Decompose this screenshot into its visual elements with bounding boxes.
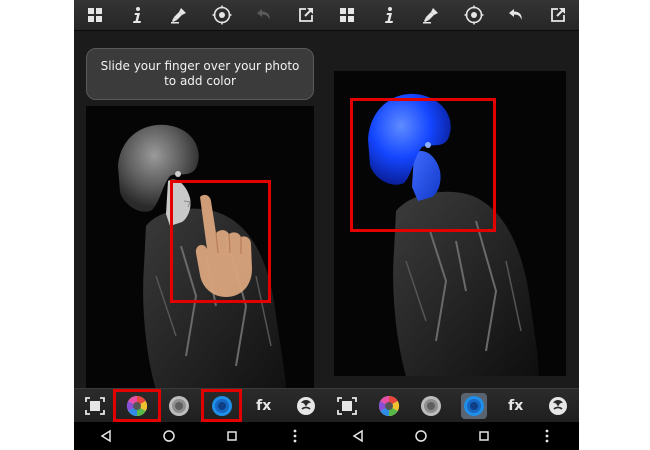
undo-button[interactable]: [505, 4, 527, 26]
nav-recents-button[interactable]: [472, 424, 496, 448]
blue-wheel-icon: [463, 396, 484, 416]
target-icon: [212, 5, 232, 25]
fit-screen-button[interactable]: [334, 393, 360, 419]
gray-mode-button[interactable]: [418, 393, 444, 419]
hint-text: Slide your finger over your photo to add…: [100, 59, 300, 88]
share-icon: [550, 7, 566, 22]
grid-icon: [340, 8, 355, 22]
brush-icon: [423, 8, 439, 24]
gray-wheel-icon: [421, 396, 442, 416]
color-mode-button[interactable]: [124, 393, 150, 419]
info-button[interactable]: [126, 4, 148, 26]
recents-icon: [479, 431, 489, 441]
nav-home-button[interactable]: [409, 424, 433, 448]
photo-canvas[interactable]: Slide your finger over your photo to add…: [74, 31, 327, 390]
nav-recents-button[interactable]: [220, 424, 244, 448]
info-button[interactable]: [378, 4, 400, 26]
hair-button[interactable]: [545, 393, 571, 419]
gray-wheel-icon: [169, 396, 190, 416]
target-icon: [464, 5, 484, 25]
undo-button[interactable]: [253, 4, 275, 26]
more-icon: [545, 429, 549, 443]
grid-button[interactable]: [84, 4, 106, 26]
photo-canvas[interactable]: [326, 31, 579, 388]
fit-screen-icon: [85, 397, 105, 415]
bottom-toolbar: fx: [326, 388, 579, 423]
android-nav-bar: [326, 422, 579, 450]
nav-back-button[interactable]: [94, 424, 118, 448]
share-icon: [298, 7, 314, 22]
info-icon: [133, 7, 142, 23]
top-toolbar: [326, 0, 579, 31]
brush-button[interactable]: [420, 4, 442, 26]
nav-more-button[interactable]: [283, 424, 307, 448]
nav-home-button[interactable]: [157, 424, 181, 448]
home-icon: [415, 430, 427, 442]
color-wheel-icon: [379, 395, 400, 417]
right-phone-screen: fx: [326, 0, 579, 450]
fit-screen-button[interactable]: [82, 393, 108, 419]
brush-icon: [171, 8, 187, 24]
hint-tooltip: Slide your finger over your photo to add…: [86, 48, 314, 100]
bottom-toolbar: fx: [74, 388, 327, 423]
fit-screen-icon: [337, 397, 357, 415]
share-button[interactable]: [547, 4, 569, 26]
android-nav-bar: [74, 422, 327, 450]
gray-mode-button[interactable]: [166, 393, 192, 419]
hair-button[interactable]: [293, 393, 319, 419]
undo-icon: [256, 9, 270, 20]
photo-colorized: [334, 71, 566, 376]
grid-icon: [88, 8, 103, 22]
fx-icon: fx: [508, 398, 524, 414]
blue-wheel-icon: [211, 396, 232, 416]
fx-button[interactable]: fx: [251, 393, 277, 419]
finger-pointer-icon: [195, 194, 252, 297]
more-icon: [293, 429, 297, 443]
hair-icon: [296, 397, 315, 415]
recents-icon: [227, 431, 237, 441]
target-button[interactable]: [211, 4, 233, 26]
nav-more-button[interactable]: [535, 424, 559, 448]
share-button[interactable]: [295, 4, 317, 26]
fx-button[interactable]: fx: [503, 393, 529, 419]
blue-mode-button[interactable]: [460, 393, 487, 419]
jacket-shape: [393, 191, 539, 376]
back-icon: [100, 429, 111, 443]
top-toolbar: [74, 0, 327, 31]
undo-icon: [508, 9, 522, 20]
nav-back-button[interactable]: [346, 424, 370, 448]
color-wheel-icon: [127, 395, 148, 417]
color-mode-button[interactable]: [376, 393, 402, 419]
fx-icon: fx: [256, 398, 272, 414]
blue-mode-button[interactable]: [209, 393, 235, 419]
target-button[interactable]: [463, 4, 485, 26]
hair-icon: [548, 397, 567, 415]
home-icon: [163, 430, 175, 442]
left-phone-screen: Slide your finger over your photo to add…: [74, 0, 327, 450]
brush-button[interactable]: [168, 4, 190, 26]
info-icon: [385, 7, 394, 23]
grid-button[interactable]: [336, 4, 358, 26]
back-icon: [352, 429, 363, 443]
